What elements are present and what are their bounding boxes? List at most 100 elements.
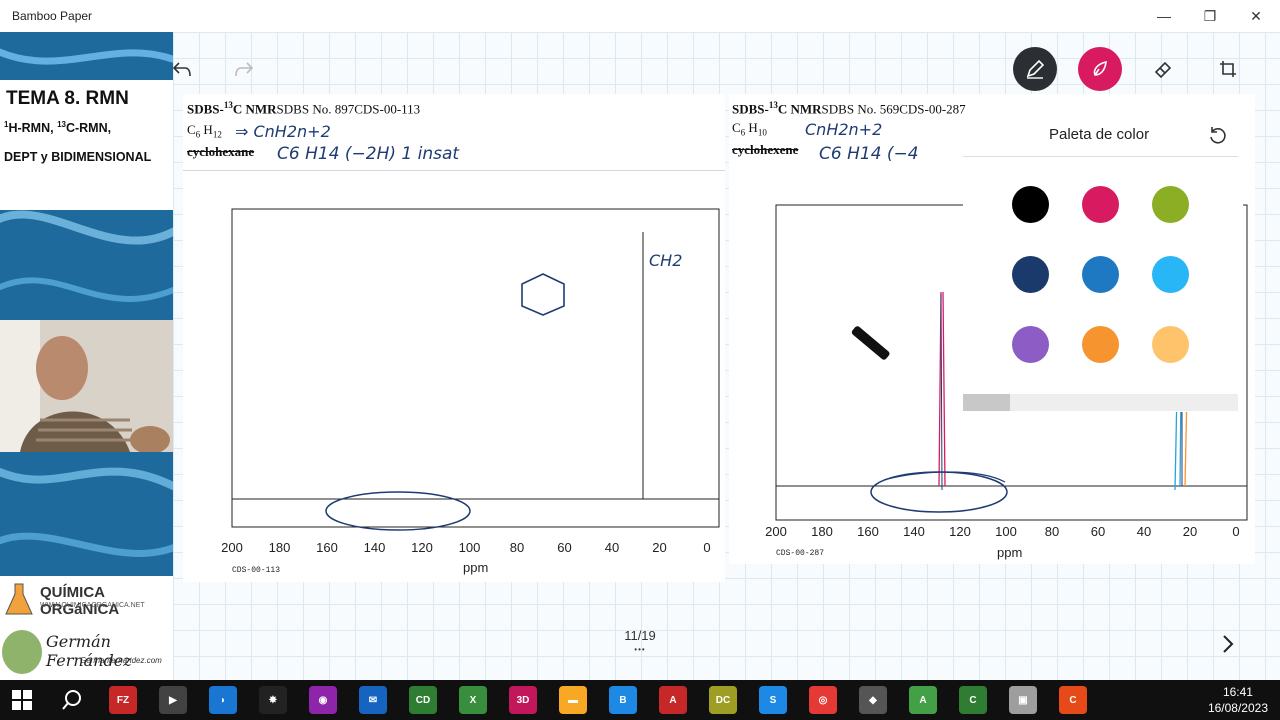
- tick-label: 60: [1090, 524, 1106, 539]
- handwritten-note-left-2: C6 H14 (−2H) 1 insat: [277, 144, 460, 164]
- handwritten-ch2-label: CH2: [649, 251, 682, 270]
- brand-url: WWW.QUIMICAORGANICA.NET: [40, 602, 145, 609]
- color-app-icon[interactable]: ◉: [309, 686, 337, 714]
- skype-icon[interactable]: S: [759, 686, 787, 714]
- crop-select-icon: [1220, 61, 1236, 77]
- slide-subtitle-line1: 1H-RMN, 13C-RMN,: [4, 120, 112, 136]
- paint-3d-icon[interactable]: 3D: [509, 686, 537, 714]
- minimize-button[interactable]: —: [1141, 4, 1187, 28]
- spectrum-right-header: SDBS-13C NMRSDBS No. 569CDS-00-287: [732, 100, 966, 117]
- file-explorer-icon[interactable]: ▬: [559, 686, 587, 714]
- app-title: Bamboo Paper: [12, 9, 93, 23]
- system-clock[interactable]: 16:41 16/08/2023: [1208, 684, 1268, 716]
- palette-divider: [963, 156, 1238, 157]
- nmr-spectrum-left: CH2: [231, 208, 720, 531]
- bamboo-paper-icon[interactable]: B: [609, 686, 637, 714]
- document-app-icon[interactable]: DC: [709, 686, 737, 714]
- color-swatch[interactable]: [1012, 326, 1049, 363]
- browser-2-icon[interactable]: ◗: [209, 686, 237, 714]
- color-swatch[interactable]: [1012, 256, 1049, 293]
- color-swatch[interactable]: [1082, 256, 1119, 293]
- brand-name: QUÍMICA ORGáNICA: [40, 584, 120, 618]
- handwritten-note-right-2: C6 H14 (−4: [819, 144, 919, 164]
- undo-icon[interactable]: [170, 58, 194, 82]
- palette-scroll-track[interactable]: [963, 394, 1238, 411]
- spectrum-left-xlabel: ppm: [463, 560, 489, 575]
- windows-start-icon[interactable]: [12, 690, 32, 710]
- redo-icon[interactable]: [232, 58, 256, 82]
- next-page-chevron-icon[interactable]: [1218, 632, 1238, 656]
- spectrum-right-xlabel: ppm: [997, 545, 1023, 560]
- slide-title-box: TEMA 8. RMN 1H-RMN, 13C-RMN, DEPT y BIDI…: [0, 80, 173, 210]
- tick-label: 120: [411, 540, 433, 555]
- tick-label: 180: [811, 524, 833, 539]
- color-swatch[interactable]: [1082, 326, 1119, 363]
- color-swatch[interactable]: [1152, 326, 1189, 363]
- cd-app-icon[interactable]: CD: [409, 686, 437, 714]
- presentation-sidebar: TEMA 8. RMN 1H-RMN, 13C-RMN, DEPT y BIDI…: [0, 32, 173, 680]
- highlighter-icon: [1093, 60, 1107, 76]
- page-number: 11/19: [624, 628, 656, 643]
- camtasia-red-icon[interactable]: C: [1059, 686, 1087, 714]
- app-grey-icon[interactable]: ▣: [1009, 686, 1037, 714]
- tick-label: 140: [363, 540, 386, 555]
- title-bar: Bamboo Paper — ❐ ✕: [0, 0, 1280, 32]
- taskbar: FZ ▶ ◗ ✸ ◉ ✉ CD X 3D ▬ B A DC S ◎ ◆ A C ▣ C 16:41 16/08/202…: [0, 680, 1280, 720]
- tick-label: 40: [604, 540, 620, 555]
- tick-label: 140: [903, 524, 925, 539]
- flask-icon: [4, 582, 34, 618]
- pen-tool-button[interactable]: [1013, 47, 1057, 91]
- tick-label: 80: [509, 540, 525, 555]
- color-swatch[interactable]: [1082, 186, 1119, 223]
- slide-subtitle-line2: DEPT y BIDIMENSIONAL: [4, 150, 152, 164]
- tick-label: 120: [949, 524, 971, 539]
- tick-label: 80: [1044, 524, 1060, 539]
- android-studio-icon[interactable]: A: [909, 686, 937, 714]
- clock-time: 16:41: [1222, 685, 1253, 699]
- pdf-reader-icon[interactable]: A: [659, 686, 687, 714]
- media-player-icon[interactable]: ▶: [159, 686, 187, 714]
- color-swatch[interactable]: [1152, 256, 1189, 293]
- spreadsheet-icon[interactable]: X: [459, 686, 487, 714]
- palette-scroll-thumb[interactable]: [963, 394, 1010, 411]
- pen-icon: [1026, 59, 1045, 79]
- highlighter-tool-button[interactable]: [1078, 47, 1122, 91]
- spectrum-right-code: CDS-00-287: [776, 549, 825, 558]
- color-swatch[interactable]: [1152, 186, 1189, 223]
- header-divider: [183, 170, 725, 171]
- color-swatch[interactable]: [1012, 186, 1049, 223]
- app-diamond-icon[interactable]: ◆: [859, 686, 887, 714]
- webcam-feed: [0, 320, 173, 452]
- tick-label: 0: [703, 540, 711, 555]
- tick-label: 100: [995, 524, 1017, 539]
- filezilla-icon[interactable]: FZ: [109, 686, 137, 714]
- app-black-icon[interactable]: ✸: [259, 686, 287, 714]
- reset-icon[interactable]: [1206, 124, 1228, 146]
- eraser-icon: [1154, 61, 1172, 79]
- close-button[interactable]: ✕: [1233, 4, 1279, 28]
- tick-label: 200: [221, 540, 243, 555]
- camtasia-icon[interactable]: C: [959, 686, 987, 714]
- palette-title: Paleta de color: [1049, 126, 1150, 143]
- search-icon[interactable]: [60, 688, 84, 712]
- tick-label: 100: [458, 540, 481, 555]
- author-site: Germanfernandez.com: [80, 656, 162, 665]
- spectrum-left-code: CDS-00-113: [232, 566, 281, 575]
- spectrum-right-compound-name: cyclohexene: [732, 142, 799, 157]
- eraser-tool-button[interactable]: [1141, 47, 1185, 91]
- tick-label: 60: [557, 540, 572, 555]
- spectrum-left-page: SDBS-13C NMRSDBS No. 897CDS-00-113 C6 H1…: [183, 94, 725, 582]
- page-indicator: 11/19 •••: [610, 628, 670, 654]
- restore-button[interactable]: ❐: [1187, 4, 1233, 28]
- slide-title: TEMA 8. RMN: [6, 88, 129, 109]
- tick-label: 40: [1136, 524, 1152, 539]
- more-options-icon[interactable]: •••: [610, 645, 670, 654]
- chrome-icon[interactable]: ◎: [809, 686, 837, 714]
- handwritten-note-left-1: ⇒ CnH2n+2: [235, 122, 331, 141]
- selection-tool-button[interactable]: [1206, 47, 1250, 91]
- author-avatar: [2, 630, 42, 674]
- spectrum-left-header: SDBS-13C NMRSDBS No. 897CDS-00-113: [187, 100, 421, 117]
- color-palette-panel: Paleta de color: [963, 112, 1243, 412]
- spectrum-left-compound-name: cyclohexane: [187, 144, 255, 159]
- mail-icon[interactable]: ✉: [359, 686, 387, 714]
